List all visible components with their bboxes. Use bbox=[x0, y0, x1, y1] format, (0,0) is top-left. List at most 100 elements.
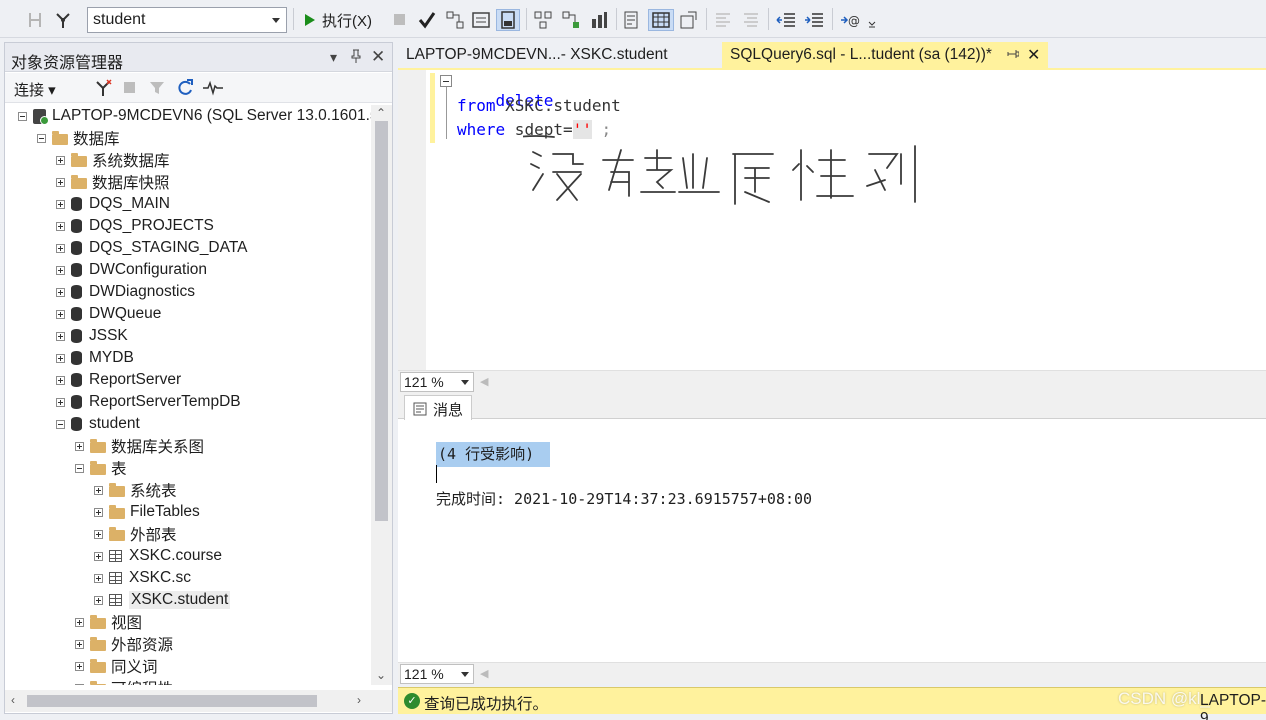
expand-icon[interactable] bbox=[56, 353, 65, 363]
scroll-down-icon[interactable]: ⌄ bbox=[376, 668, 386, 682]
tab-xskc-student[interactable]: LAPTOP-9MCDEVN...- XSKC.student bbox=[398, 42, 722, 69]
expand-icon[interactable] bbox=[75, 639, 84, 649]
results-to-grid-icon[interactable] bbox=[496, 9, 520, 31]
query-editor[interactable]: delete from XSKC.student where sdept='' … bbox=[398, 70, 1266, 370]
expand-icon[interactable] bbox=[56, 221, 65, 231]
tree-node[interactable]: student bbox=[56, 413, 140, 435]
query-plan-icon[interactable] bbox=[532, 9, 554, 31]
expand-icon[interactable] bbox=[75, 441, 84, 451]
close-icon[interactable]: ✕ bbox=[371, 47, 385, 67]
estimated-plan-icon[interactable] bbox=[444, 9, 466, 31]
tab-sqlquery6[interactable]: SQLQuery6.sql - L...tudent (sa (142))* ✕ bbox=[722, 42, 1048, 69]
expand-icon[interactable] bbox=[56, 287, 65, 297]
expand-icon[interactable] bbox=[94, 507, 103, 517]
pin-icon[interactable] bbox=[350, 49, 362, 66]
connect-object-explorer-icon[interactable] bbox=[24, 9, 46, 31]
window-position-dropdown-icon[interactable]: ▾ bbox=[330, 49, 337, 66]
tree-node[interactable]: 可编程性 bbox=[75, 677, 173, 685]
tree-node[interactable]: DWQueue bbox=[56, 303, 161, 325]
toolbar-overflow-icon[interactable] bbox=[866, 9, 878, 31]
expand-icon[interactable] bbox=[56, 265, 65, 275]
tree-node[interactable]: MYDB bbox=[56, 347, 134, 369]
collapse-icon[interactable] bbox=[37, 133, 46, 143]
database-select[interactable]: student bbox=[87, 7, 287, 33]
tree-node[interactable]: XSKC.student bbox=[94, 589, 231, 611]
collapse-icon[interactable] bbox=[18, 111, 27, 121]
pin-icon[interactable] bbox=[1007, 47, 1020, 64]
tree-node[interactable]: 数据库关系图 bbox=[75, 435, 204, 457]
expand-icon[interactable] bbox=[94, 485, 103, 495]
vertical-scrollbar[interactable]: ⌃ ⌄ bbox=[371, 105, 392, 685]
tree-node[interactable]: 同义词 bbox=[75, 655, 158, 677]
tree-node[interactable]: ReportServerTempDB bbox=[56, 391, 241, 413]
client-statistics-icon[interactable] bbox=[588, 9, 610, 31]
tree-node[interactable]: DQS_MAIN bbox=[56, 193, 170, 215]
scroll-left-icon[interactable]: ‹ bbox=[11, 693, 15, 707]
live-query-stats-icon[interactable] bbox=[560, 9, 582, 31]
tree-node[interactable]: 视图 bbox=[75, 611, 142, 633]
collapse-region-icon[interactable] bbox=[440, 75, 452, 87]
expand-icon[interactable] bbox=[94, 573, 103, 583]
scrollbar-thumb[interactable] bbox=[27, 695, 317, 707]
scrollbar-thumb[interactable] bbox=[375, 121, 388, 521]
results-to-text-icon[interactable] bbox=[622, 9, 644, 31]
collapse-icon[interactable] bbox=[56, 419, 65, 429]
tree-node[interactable]: XSKC.course bbox=[94, 545, 222, 567]
editor-zoom-select[interactable]: 121 % bbox=[400, 372, 474, 392]
tree-node[interactable]: DWDiagnostics bbox=[56, 281, 195, 303]
tree-node[interactable]: 数据库快照 bbox=[56, 171, 170, 193]
tree-node[interactable]: DQS_PROJECTS bbox=[56, 215, 214, 237]
expand-icon[interactable] bbox=[56, 397, 65, 407]
tree-node[interactable]: 数据库 bbox=[37, 127, 120, 149]
tree-node[interactable]: 外部表 bbox=[94, 523, 177, 545]
tree-node[interactable]: 外部资源 bbox=[75, 633, 173, 655]
close-tab-icon[interactable]: ✕ bbox=[1027, 45, 1040, 65]
expand-icon[interactable] bbox=[56, 177, 65, 187]
parse-checkmark-icon[interactable] bbox=[416, 9, 438, 31]
expand-icon[interactable] bbox=[75, 617, 84, 627]
specify-template-values-icon[interactable]: @ bbox=[838, 9, 862, 31]
expand-icon[interactable] bbox=[94, 529, 103, 539]
increase-indent-icon[interactable] bbox=[802, 9, 826, 31]
tree-node[interactable]: JSSK bbox=[56, 325, 128, 347]
filter-icon[interactable] bbox=[147, 77, 167, 99]
expand-icon[interactable] bbox=[56, 375, 65, 385]
tree-node[interactable]: XSKC.sc bbox=[94, 567, 191, 589]
change-connection-icon[interactable] bbox=[52, 9, 74, 31]
execute-button[interactable]: 执行(X) bbox=[304, 9, 382, 31]
scroll-up-icon[interactable]: ⌃ bbox=[376, 106, 386, 120]
connect-icon[interactable] bbox=[93, 77, 113, 99]
stop-icon[interactable] bbox=[392, 9, 408, 31]
expand-icon[interactable] bbox=[56, 243, 65, 253]
expand-icon[interactable] bbox=[56, 155, 65, 165]
connect-dropdown-button[interactable]: 连接 ▾ bbox=[14, 79, 56, 100]
activity-monitor-icon[interactable] bbox=[201, 77, 225, 99]
scroll-left-icon[interactable]: ◀ bbox=[480, 667, 488, 680]
tree-node[interactable]: ReportServer bbox=[56, 369, 181, 391]
uncomment-icon[interactable] bbox=[740, 9, 762, 31]
expand-icon[interactable] bbox=[75, 661, 84, 671]
comment-out-icon[interactable] bbox=[712, 9, 734, 31]
intellisense-icon[interactable] bbox=[470, 9, 492, 31]
expand-icon[interactable] bbox=[94, 595, 103, 605]
expand-icon[interactable] bbox=[56, 331, 65, 341]
tree-node[interactable]: DQS_STAGING_DATA bbox=[56, 237, 247, 259]
tree-node[interactable]: LAPTOP-9MCDEVN6 (SQL Server 13.0.1601.5 bbox=[18, 105, 371, 127]
tree-node[interactable]: 系统数据库 bbox=[56, 149, 170, 171]
tree-node[interactable]: 系统表 bbox=[94, 479, 177, 501]
expand-icon[interactable] bbox=[56, 199, 65, 209]
decrease-indent-icon[interactable] bbox=[774, 9, 798, 31]
tree-node[interactable]: DWConfiguration bbox=[56, 259, 207, 281]
collapse-icon[interactable] bbox=[75, 463, 84, 473]
scroll-left-icon[interactable]: ◀ bbox=[480, 375, 488, 388]
expand-icon[interactable] bbox=[94, 551, 103, 561]
scroll-right-icon[interactable]: › bbox=[357, 693, 361, 707]
expand-icon[interactable] bbox=[56, 309, 65, 319]
results-to-file-icon[interactable] bbox=[678, 9, 700, 31]
horizontal-scrollbar[interactable]: ‹ › bbox=[5, 690, 392, 712]
tree-node[interactable]: 表 bbox=[75, 457, 127, 479]
results-zoom-select[interactable]: 121 % bbox=[400, 664, 474, 684]
results-grid-icon[interactable] bbox=[648, 9, 674, 31]
refresh-icon[interactable] bbox=[175, 77, 195, 99]
tab-messages[interactable]: 消息 bbox=[404, 395, 473, 420]
